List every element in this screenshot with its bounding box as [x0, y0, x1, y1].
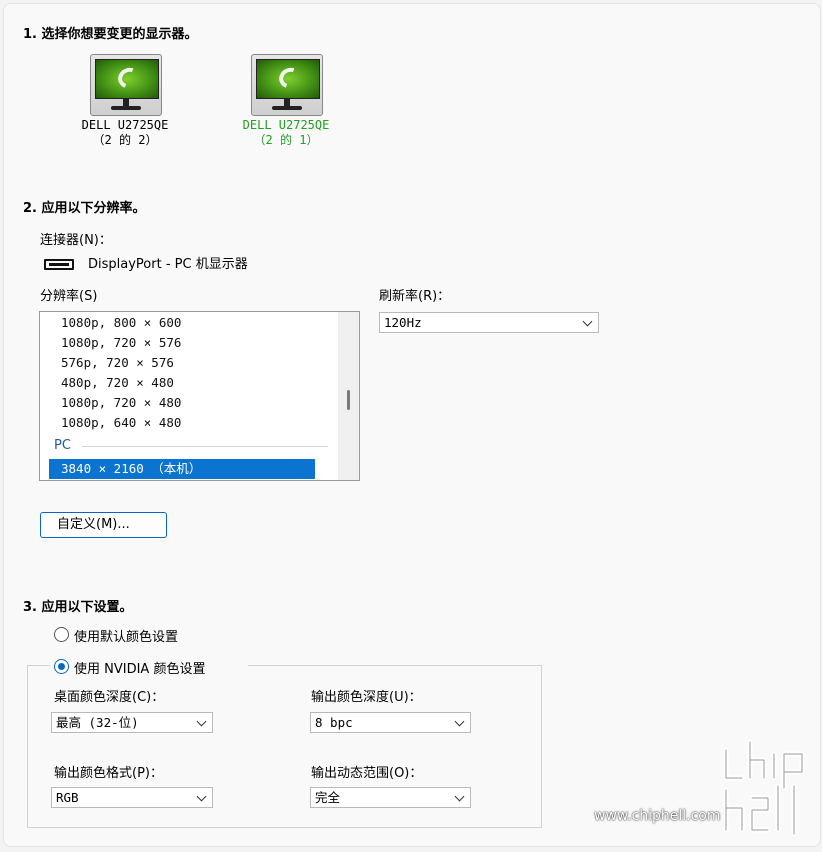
refresh-rate-label: 刷新率(R)：: [379, 289, 451, 304]
output-range-select[interactable]: 完全: [310, 787, 471, 808]
monitor-icon-2[interactable]: [90, 54, 162, 116]
output-range-value: 完全: [315, 790, 341, 805]
list-item[interactable]: 1080p, 800 × 600: [61, 315, 181, 330]
nvidia-control-panel: 1. 选择你想要变更的显示器。 DELL U2725QE （2 的 2） DEL…: [3, 3, 821, 847]
list-item[interactable]: 480p, 720 × 480: [61, 375, 174, 390]
chevron-down-icon: [196, 716, 207, 727]
monitor-2-index: （2 的 2）: [92, 133, 158, 147]
selected-resolution-item[interactable]: 3840 × 2160 （本机）: [49, 459, 315, 479]
monitor-1-index: （2 的 1）: [253, 133, 319, 147]
output-format-value: RGB: [56, 790, 79, 805]
nvidia-logo-icon: [256, 59, 320, 99]
resolution-label: 分辨率(S): [40, 289, 98, 304]
custom-resolution-button[interactable]: 自定义(M)...: [40, 512, 167, 538]
list-group-divider: [82, 446, 328, 447]
chevron-down-icon: [196, 791, 207, 802]
resolution-listbox[interactable]: 1080p, 800 × 600 1080p, 720 × 576 576p, …: [39, 311, 360, 481]
radio-default-color[interactable]: [54, 627, 69, 642]
desktop-depth-label: 桌面颜色深度(C)：: [54, 690, 165, 705]
monitor-2-name: DELL U2725QE: [81, 118, 169, 132]
refresh-rate-value: 120Hz: [384, 315, 422, 330]
list-item[interactable]: 1080p, 720 × 480: [61, 395, 181, 410]
watermark-url: www.chiphell.com: [594, 808, 721, 824]
output-format-label: 输出颜色格式(P)：: [54, 766, 163, 781]
desktop-depth-select[interactable]: 最高 (32-位): [51, 712, 213, 733]
monitor-icon-1[interactable]: [251, 54, 323, 116]
section1-heading: 1. 选择你想要变更的显示器。: [23, 27, 198, 42]
radio-nvidia-color-label[interactable]: 使用 NVIDIA 颜色设置: [74, 658, 205, 677]
output-depth-value: 8 bpc: [315, 715, 353, 730]
section2-heading: 2. 应用以下分辨率。: [23, 201, 146, 216]
chevron-down-icon: [582, 316, 593, 327]
output-depth-select[interactable]: 8 bpc: [310, 712, 471, 733]
chevron-down-icon: [454, 716, 465, 727]
desktop-depth-value: 最高 (32-位): [56, 715, 139, 730]
list-item[interactable]: 1080p, 720 × 576: [61, 335, 181, 350]
list-scrollbar[interactable]: [338, 312, 359, 480]
chevron-down-icon: [454, 791, 465, 802]
scrollbar-thumb[interactable]: [347, 390, 350, 410]
nvidia-logo-icon: [95, 59, 159, 99]
connector-value: DisplayPort - PC 机显示器: [88, 257, 248, 272]
monitor-1-label[interactable]: DELL U2725QE （2 的 1）: [226, 118, 346, 148]
output-format-select[interactable]: RGB: [51, 787, 213, 808]
list-item[interactable]: 576p, 720 × 576: [61, 355, 174, 370]
connector-label: 连接器(N)：: [40, 233, 112, 248]
section3-heading: 3. 应用以下设置。: [23, 600, 133, 615]
monitor-2-label[interactable]: DELL U2725QE （2 的 2）: [65, 118, 185, 148]
output-depth-label: 输出颜色深度(U)：: [311, 690, 422, 705]
monitor-1-name: DELL U2725QE: [242, 118, 330, 132]
chiphell-logo-icon: [723, 739, 805, 837]
output-range-label: 输出动态范围(O)：: [311, 766, 423, 781]
radio-nvidia-color[interactable]: [54, 659, 69, 674]
radio-default-color-label[interactable]: 使用默认颜色设置: [74, 626, 178, 645]
list-item[interactable]: 1080p, 640 × 480: [61, 415, 181, 430]
list-group-pc: PC: [54, 438, 71, 453]
displayport-icon: [44, 259, 74, 270]
refresh-rate-select[interactable]: 120Hz: [379, 312, 599, 333]
